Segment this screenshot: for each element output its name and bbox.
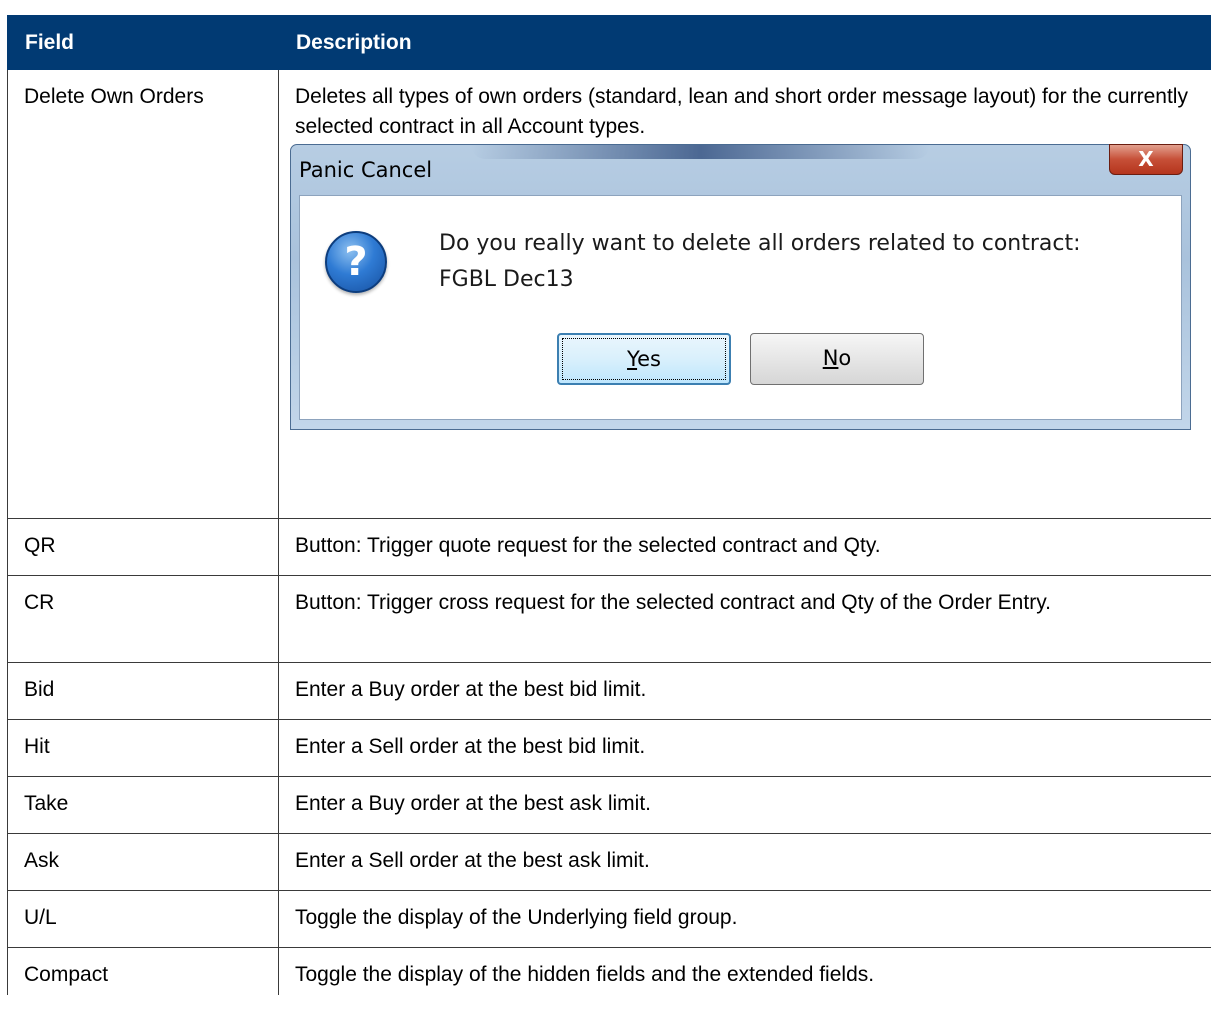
description-cell: Enter a Buy order at the best ask limit. [278,776,1211,834]
close-button[interactable]: X [1109,144,1183,175]
dialog-titlebar: Panic Cancel X [291,144,1190,195]
description-cell: Button: Trigger cross request for the se… [278,575,1211,663]
yes-button-focus: Yes [562,338,726,380]
header-field: Field [7,15,279,70]
field-description-table: Field Description Delete Own Orders Dele… [7,15,1211,995]
table-row: Ask Enter a Sell order at the best ask l… [7,833,1211,891]
table-row: Delete Own Orders Deletes all types of o… [7,69,1211,519]
no-mnemonic: N [822,346,839,370]
no-label-rest: o [838,346,852,370]
table-row: Take Enter a Buy order at the best ask l… [7,776,1211,834]
message-line-2: FGBL Dec13 [439,267,574,292]
yes-button[interactable]: Yes [557,333,731,385]
field-cell: Ask [7,833,279,891]
header-description: Description [278,15,1211,70]
field-cell: Bid [7,662,279,720]
description-cell: Toggle the display of the hidden fields … [278,947,1211,995]
question-icon: ? [325,231,387,293]
field-cell: Hit [7,719,279,777]
table-row: Compact Toggle the display of the hidden… [7,947,1211,995]
field-cell: QR [7,518,279,576]
yes-mnemonic: Y [627,347,638,371]
description-cell: Enter a Buy order at the best bid limit. [278,662,1211,720]
dialog-title: Panic Cancel [299,158,433,182]
yes-label-rest: es [637,347,661,371]
no-button[interactable]: No [750,333,924,385]
description-cell: Deletes all types of own orders (standar… [278,69,1211,519]
description-cell: Button: Trigger quote request for the se… [278,518,1211,576]
description-cell: Toggle the display of the Underlying fie… [278,890,1211,948]
field-cell: Delete Own Orders [7,69,279,519]
description-cell: Enter a Sell order at the best ask limit… [278,833,1211,891]
description-text: Deletes all types of own orders (standar… [295,85,1188,138]
table-row: CR Button: Trigger cross request for the… [7,575,1211,663]
description-cell: Enter a Sell order at the best bid limit… [278,719,1211,777]
dialog-body: ? Do you really want to delete all order… [299,195,1182,420]
field-cell: CR [7,575,279,663]
message-line-1: Do you really want to delete all orders … [439,231,1081,256]
panic-cancel-dialog: Panic Cancel X ? Do you really want to d… [290,144,1191,430]
table-row: Hit Enter a Sell order at the best bid l… [7,719,1211,777]
table-header-row: Field Description [7,15,1211,70]
table-row: U/L Toggle the display of the Underlying… [7,890,1211,948]
field-cell: Compact [7,947,279,995]
dialog-message: Do you really want to delete all orders … [439,226,1081,298]
field-cell: Take [7,776,279,834]
table-row: QR Button: Trigger quote request for the… [7,518,1211,576]
field-cell: U/L [7,890,279,948]
table-row: Bid Enter a Buy order at the best bid li… [7,662,1211,720]
